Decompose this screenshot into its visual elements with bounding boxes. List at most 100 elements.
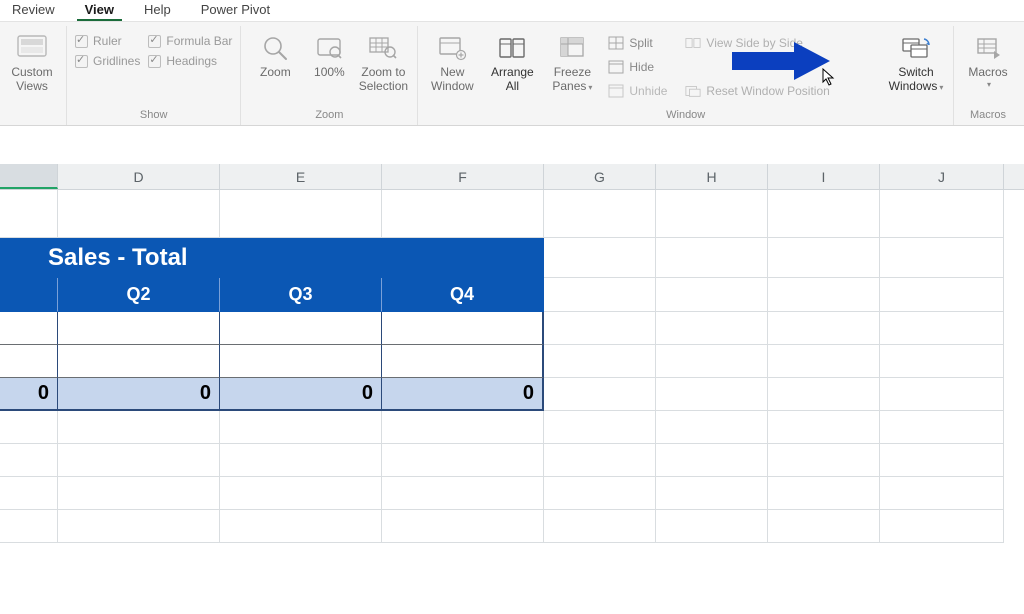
- cell[interactable]: [544, 278, 656, 312]
- cell[interactable]: [768, 411, 880, 444]
- cell[interactable]: [656, 312, 768, 345]
- col-header-f[interactable]: F: [382, 164, 544, 189]
- cell[interactable]: [382, 411, 544, 444]
- cell[interactable]: [880, 510, 1004, 543]
- cell[interactable]: [382, 510, 544, 543]
- hide-button[interactable]: Hide: [604, 56, 671, 78]
- cell[interactable]: [768, 444, 880, 477]
- cell[interactable]: [880, 190, 1004, 238]
- cell[interactable]: [768, 278, 880, 312]
- col-header-e[interactable]: E: [220, 164, 382, 189]
- table-header-q2[interactable]: Q2: [58, 278, 220, 312]
- total-cell-e[interactable]: 0: [220, 378, 382, 411]
- split-button[interactable]: Split: [604, 32, 671, 54]
- zoom-100-button[interactable]: 100%: [307, 28, 351, 106]
- cell[interactable]: [880, 477, 1004, 510]
- cell[interactable]: [58, 190, 220, 238]
- tab-review[interactable]: Review: [4, 0, 63, 21]
- cell[interactable]: [544, 444, 656, 477]
- cell[interactable]: [220, 510, 382, 543]
- cell[interactable]: [0, 510, 58, 543]
- table-title[interactable]: Sales - Total: [0, 238, 544, 278]
- arrange-all-button[interactable]: Arrange All: [484, 28, 540, 106]
- worksheet[interactable]: D E F G H I J Sales - Total Q2 Q3 Q4: [0, 164, 1024, 614]
- cell[interactable]: [656, 238, 768, 278]
- cell[interactable]: [220, 312, 382, 345]
- cell[interactable]: [0, 411, 58, 444]
- cell[interactable]: [656, 278, 768, 312]
- custom-views-button[interactable]: Custom Views: [4, 28, 60, 106]
- cell[interactable]: [0, 312, 58, 345]
- total-cell-c[interactable]: 0: [0, 378, 58, 411]
- table-header-q4[interactable]: Q4: [382, 278, 544, 312]
- cell[interactable]: [656, 411, 768, 444]
- cell[interactable]: [58, 477, 220, 510]
- cell[interactable]: [544, 190, 656, 238]
- cell[interactable]: [880, 444, 1004, 477]
- cell[interactable]: [220, 444, 382, 477]
- cell[interactable]: [544, 378, 656, 411]
- cell[interactable]: [382, 312, 544, 345]
- cell[interactable]: [220, 477, 382, 510]
- col-header-stub[interactable]: [0, 164, 58, 189]
- tab-powerpivot[interactable]: Power Pivot: [193, 0, 278, 21]
- gridlines-checkbox[interactable]: Gridlines: [75, 54, 140, 68]
- cell[interactable]: [656, 510, 768, 543]
- cell[interactable]: [58, 312, 220, 345]
- macros-button[interactable]: Macros ▾: [960, 28, 1016, 106]
- cell[interactable]: [382, 444, 544, 477]
- cell[interactable]: [880, 278, 1004, 312]
- table-header-q3[interactable]: Q3: [220, 278, 382, 312]
- cell[interactable]: [0, 444, 58, 477]
- cell[interactable]: [544, 510, 656, 543]
- cell[interactable]: [0, 190, 58, 238]
- tab-view[interactable]: View: [77, 0, 122, 21]
- freeze-panes-button[interactable]: Freeze Panes▾: [544, 28, 600, 106]
- cell[interactable]: [220, 190, 382, 238]
- cell[interactable]: [220, 411, 382, 444]
- zoom-button[interactable]: Zoom: [247, 28, 303, 106]
- cell[interactable]: [880, 312, 1004, 345]
- cell[interactable]: [880, 345, 1004, 378]
- col-header-i[interactable]: I: [768, 164, 880, 189]
- formula-bar-checkbox[interactable]: Formula Bar: [148, 34, 232, 48]
- cell[interactable]: [544, 238, 656, 278]
- cell[interactable]: [58, 510, 220, 543]
- cell[interactable]: [880, 238, 1004, 278]
- cell[interactable]: [58, 345, 220, 378]
- table-header-corner[interactable]: [0, 278, 58, 312]
- cell[interactable]: [768, 190, 880, 238]
- col-header-h[interactable]: H: [656, 164, 768, 189]
- cell[interactable]: [880, 378, 1004, 411]
- ruler-checkbox[interactable]: Ruler: [75, 34, 140, 48]
- cell[interactable]: [656, 477, 768, 510]
- col-header-j[interactable]: J: [880, 164, 1004, 189]
- cell[interactable]: [544, 312, 656, 345]
- cell[interactable]: [768, 378, 880, 411]
- switch-windows-button[interactable]: Switch Windows▾: [885, 28, 947, 106]
- cell[interactable]: [768, 238, 880, 278]
- cell[interactable]: [768, 345, 880, 378]
- cell[interactable]: [382, 477, 544, 510]
- cell[interactable]: [544, 477, 656, 510]
- reset-window-position-button[interactable]: Reset Window Position: [681, 80, 833, 102]
- cell[interactable]: [544, 345, 656, 378]
- cell[interactable]: [544, 411, 656, 444]
- tab-help[interactable]: Help: [136, 0, 179, 21]
- unhide-button[interactable]: Unhide: [604, 80, 671, 102]
- cell[interactable]: [382, 190, 544, 238]
- new-window-button[interactable]: New Window: [424, 28, 480, 106]
- cell[interactable]: [656, 378, 768, 411]
- col-header-d[interactable]: D: [58, 164, 220, 189]
- total-cell-f[interactable]: 0: [382, 378, 544, 411]
- cell[interactable]: [382, 345, 544, 378]
- cell[interactable]: [656, 190, 768, 238]
- cell[interactable]: [220, 345, 382, 378]
- cell[interactable]: [58, 444, 220, 477]
- cell[interactable]: [0, 345, 58, 378]
- zoom-to-selection-button[interactable]: Zoom to Selection: [355, 28, 411, 106]
- cell[interactable]: [768, 477, 880, 510]
- cell[interactable]: [0, 477, 58, 510]
- cell[interactable]: [656, 345, 768, 378]
- headings-checkbox[interactable]: Headings: [148, 54, 232, 68]
